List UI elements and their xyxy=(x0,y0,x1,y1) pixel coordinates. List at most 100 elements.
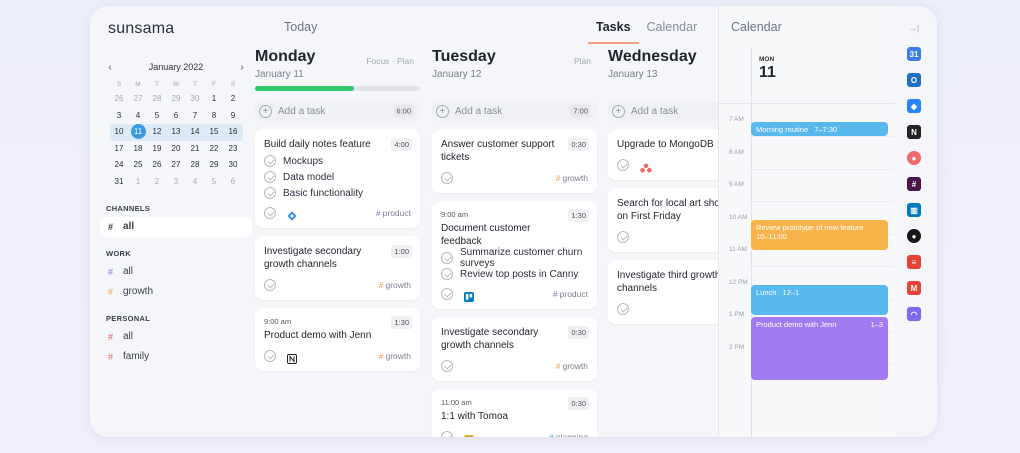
mini-calendar-day[interactable]: 12 xyxy=(147,124,167,141)
mini-calendar-day[interactable]: 30 xyxy=(224,157,243,174)
mini-calendar-day-selected[interactable]: 11 xyxy=(128,124,148,141)
mini-calendar-day[interactable]: 6 xyxy=(224,174,243,191)
channel-all[interactable]: # all xyxy=(100,217,252,237)
mini-calendar-day[interactable]: 15 xyxy=(204,124,224,141)
mini-calendar-day[interactable]: 3 xyxy=(167,174,186,191)
mini-calendar-day[interactable]: 24 xyxy=(110,157,129,174)
mini-calendar-day[interactable]: 26 xyxy=(148,157,167,174)
mini-calendar-day[interactable]: 5 xyxy=(205,174,224,191)
mini-calendar-day[interactable]: 29 xyxy=(205,157,224,174)
mini-calendar-day[interactable]: 10 xyxy=(109,124,129,141)
focus-plan-links[interactable]: Plan xyxy=(574,56,591,66)
asana-icon[interactable]: ● xyxy=(907,151,921,165)
mini-calendar-day[interactable]: 31 xyxy=(110,174,129,191)
task-card[interactable]: Answer customer support tickets 0:30 # grow… xyxy=(432,129,597,193)
todoist-icon[interactable]: ≡ xyxy=(907,255,921,269)
focus-plan-links[interactable]: Focus · Plan xyxy=(366,56,414,66)
trello-icon[interactable]: ▥ xyxy=(907,203,921,217)
channel-tag[interactable]: # growth xyxy=(556,173,588,183)
channel-tag[interactable]: # growth xyxy=(556,361,588,371)
check-circle-icon[interactable] xyxy=(441,268,453,280)
check-circle-icon[interactable] xyxy=(264,207,276,219)
clickup-icon[interactable]: ◠ xyxy=(907,307,921,321)
mini-calendar-day[interactable]: 27 xyxy=(129,91,148,108)
mini-calendar-day[interactable]: 23 xyxy=(224,141,243,158)
mini-calendar-day[interactable]: 19 xyxy=(148,141,167,158)
channel-personal-all[interactable]: # all xyxy=(100,327,252,347)
tab-calendar[interactable]: Calendar xyxy=(639,20,706,44)
mini-calendar-day[interactable]: 16 xyxy=(223,124,243,141)
mini-calendar-day[interactable]: 2 xyxy=(224,91,243,108)
task-card[interactable]: Investigate secondary growth channels 1:0… xyxy=(255,236,420,300)
check-circle-icon[interactable] xyxy=(264,279,276,291)
check-circle-icon[interactable] xyxy=(264,155,276,167)
jira-icon[interactable]: ◆ xyxy=(907,99,921,113)
mini-calendar-day[interactable]: 29 xyxy=(167,91,186,108)
mini-calendar-day[interactable]: 28 xyxy=(186,157,205,174)
subtask[interactable]: Summarize customer churn surveys xyxy=(441,247,588,269)
check-circle-icon[interactable] xyxy=(617,303,629,315)
mini-calendar-day[interactable]: 27 xyxy=(167,157,186,174)
channel-work-all[interactable]: # all xyxy=(100,262,252,282)
check-circle-icon[interactable] xyxy=(441,431,453,437)
chevron-right-icon[interactable]: › xyxy=(236,62,248,73)
mini-calendar-day[interactable]: 14 xyxy=(185,124,205,141)
task-card[interactable]: 11:00 am 1:1 with Tomoa 0:30 # planning xyxy=(432,389,597,437)
notion-icon[interactable]: N xyxy=(907,125,921,139)
subtask[interactable]: Mockups xyxy=(264,155,411,167)
github-icon[interactable]: ● xyxy=(907,229,921,243)
add-task-button[interactable]: + Add a task 7:00 xyxy=(432,101,597,121)
mini-calendar-day[interactable]: 20 xyxy=(167,141,186,158)
mini-calendar-day[interactable]: 7 xyxy=(186,108,205,125)
subtask[interactable]: Basic functionality xyxy=(264,187,411,199)
check-circle-icon[interactable] xyxy=(264,350,276,362)
subtask[interactable]: Review top posts in Canny xyxy=(441,268,588,280)
channel-tag[interactable]: # product xyxy=(553,289,588,299)
mini-calendar-day[interactable]: 2 xyxy=(148,174,167,191)
mini-calendar-day[interactable]: 22 xyxy=(205,141,224,158)
mini-calendar-day[interactable]: 4 xyxy=(129,108,148,125)
mini-calendar-day[interactable]: 28 xyxy=(148,91,167,108)
mini-calendar-day[interactable]: 1 xyxy=(205,91,224,108)
task-card[interactable]: 9:00 am Product demo with Jenn 1:30 # growth xyxy=(255,308,420,371)
google-calendar-icon[interactable]: 31 xyxy=(907,47,921,61)
calendar-event[interactable]: Morning routine 7–7:30 xyxy=(751,122,888,137)
channel-personal-family[interactable]: # family xyxy=(100,347,252,367)
mini-calendar-day[interactable]: 17 xyxy=(110,141,129,158)
task-card[interactable]: Investigate secondary growth channels 0:3… xyxy=(432,317,597,381)
mini-calendar-day[interactable]: 30 xyxy=(186,91,205,108)
add-task-button[interactable]: + Add a task 6:00 xyxy=(255,101,420,121)
mini-calendar-day[interactable]: 1 xyxy=(129,174,148,191)
tab-tasks[interactable]: Tasks xyxy=(588,20,639,44)
check-circle-icon[interactable] xyxy=(617,159,629,171)
task-card[interactable]: 9:00 am Document customer feedback 1:30 Sum… xyxy=(432,201,597,309)
mini-calendar-day[interactable]: 13 xyxy=(166,124,186,141)
outlook-icon[interactable]: O xyxy=(907,73,921,87)
check-circle-icon[interactable] xyxy=(441,288,453,300)
mini-calendar-day[interactable]: 9 xyxy=(224,108,243,125)
mini-calendar-day[interactable]: 26 xyxy=(110,91,129,108)
mini-calendar-day[interactable]: 18 xyxy=(129,141,148,158)
collapse-panel-icon[interactable]: →| xyxy=(900,24,928,33)
channel-tag[interactable]: # product xyxy=(376,208,411,218)
gmail-icon[interactable]: M xyxy=(907,281,921,295)
channel-tag[interactable]: # growth xyxy=(379,351,411,361)
mini-calendar-day[interactable]: 3 xyxy=(110,108,129,125)
check-circle-icon[interactable] xyxy=(264,171,276,183)
mini-calendar-day[interactable]: 5 xyxy=(148,108,167,125)
mini-calendar-day[interactable]: 4 xyxy=(186,174,205,191)
channel-tag[interactable]: # planning xyxy=(549,432,588,437)
slack-icon[interactable]: # xyxy=(907,177,921,191)
channel-tag[interactable]: # growth xyxy=(379,280,411,290)
check-circle-icon[interactable] xyxy=(441,360,453,372)
mini-calendar-day[interactable]: 6 xyxy=(167,108,186,125)
check-circle-icon[interactable] xyxy=(441,172,453,184)
mini-calendar-day[interactable]: 8 xyxy=(205,108,224,125)
subtask[interactable]: Data model xyxy=(264,171,411,183)
mini-calendar-day[interactable]: 21 xyxy=(186,141,205,158)
channel-work-growth[interactable]: # growth xyxy=(100,282,252,302)
check-circle-icon[interactable] xyxy=(264,187,276,199)
mini-calendar-day[interactable]: 25 xyxy=(129,157,148,174)
chevron-left-icon[interactable]: ‹ xyxy=(104,62,116,73)
calendar-event[interactable]: Lunch 12–1 xyxy=(751,284,888,315)
